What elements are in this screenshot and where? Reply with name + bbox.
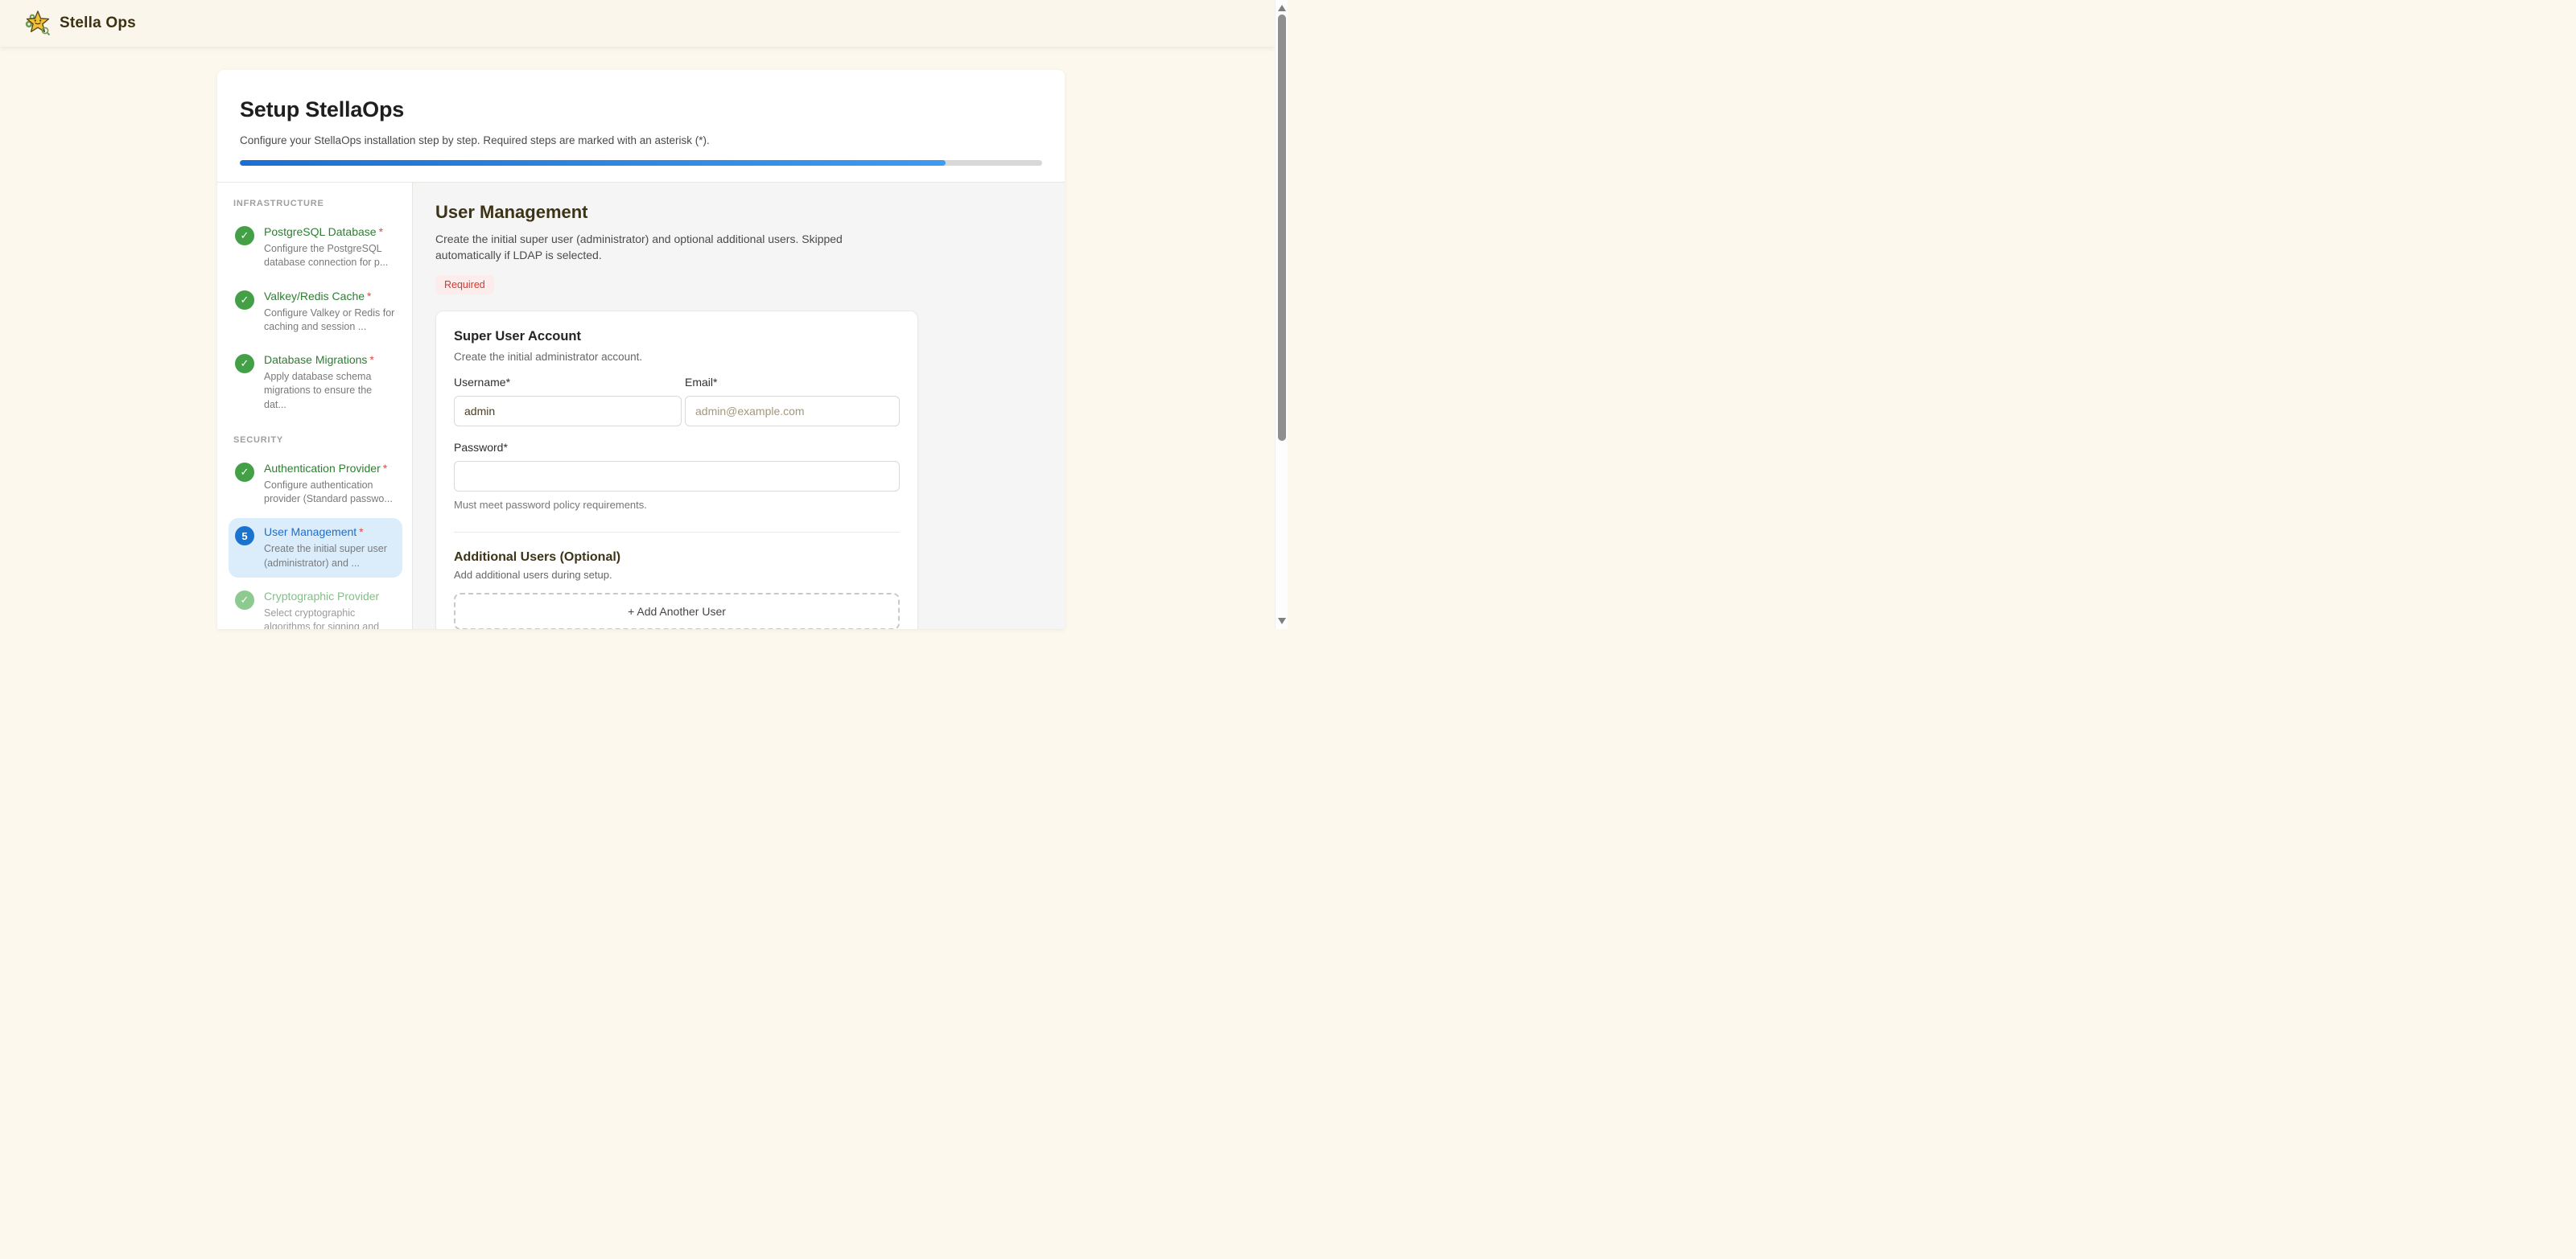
additional-users-subtitle: Add additional users during setup.	[454, 569, 900, 581]
password-help-text: Must meet password policy requirements.	[454, 499, 900, 511]
step-description: Select cryptographic algorithms for sign…	[264, 607, 396, 629]
required-asterisk: *	[383, 462, 387, 475]
brand-name: Stella Ops	[60, 14, 136, 32]
scrollbar-down-arrow-icon[interactable]	[1278, 618, 1286, 624]
sidebar-item-authentication-provider[interactable]: ✓ Authentication Provider* Configure aut…	[229, 455, 402, 514]
required-asterisk: *	[369, 353, 373, 366]
check-icon: ✓	[235, 463, 254, 482]
step-description: Configure authentication provider (Stand…	[264, 479, 396, 507]
page-description: Create the initial super user (administr…	[435, 231, 874, 264]
scrollbar-up-arrow-icon[interactable]	[1278, 5, 1286, 11]
step-title: Database Migrations	[264, 353, 367, 366]
step-title: Valkey/Redis Cache	[264, 290, 365, 302]
email-field[interactable]	[685, 396, 900, 426]
setup-progress-bar	[240, 160, 1042, 166]
step-title: Cryptographic Provider	[264, 590, 379, 603]
step-number-badge: 5	[235, 526, 254, 545]
page-title: User Management	[435, 202, 1042, 223]
wizard-title: Setup StellaOps	[240, 97, 1042, 122]
sidebar-item-valkey-redis-cache[interactable]: ✓ Valkey/Redis Cache* Configure Valkey o…	[229, 282, 402, 342]
app-bar: Stella Ops	[0, 0, 1275, 47]
step-description: Apply database schema migrations to ensu…	[264, 370, 396, 412]
check-icon: ✓	[235, 590, 254, 610]
card-subtitle: Create the initial administrator account…	[454, 351, 900, 363]
wizard-header: Setup StellaOps Configure your StellaOps…	[217, 70, 1065, 183]
password-field[interactable]	[454, 461, 900, 492]
step-content: User Management Create the initial super…	[413, 183, 1065, 629]
step-title: User Management	[264, 525, 357, 538]
check-icon: ✓	[235, 354, 254, 373]
section-label-infrastructure: INFRASTRUCTURE	[229, 199, 402, 208]
sidebar-item-database-migrations[interactable]: ✓ Database Migrations* Apply database sc…	[229, 346, 402, 419]
check-icon: ✓	[235, 290, 254, 310]
step-title: PostgreSQL Database	[264, 225, 377, 238]
wizard-subtitle: Configure your StellaOps installation st…	[240, 134, 1042, 146]
card-title: Super User Account	[454, 329, 900, 344]
card-divider	[454, 532, 900, 533]
username-field[interactable]	[454, 396, 682, 426]
step-description: Create the initial super user (administr…	[264, 542, 396, 570]
step-description: Configure the PostgreSQL database connec…	[264, 242, 396, 270]
password-label: Password*	[454, 441, 900, 454]
scrollbar-thumb[interactable]	[1278, 14, 1286, 441]
username-label: Username*	[454, 376, 682, 389]
sidebar-item-postgresql-database[interactable]: ✓ PostgreSQL Database* Configure the Pos…	[229, 218, 402, 278]
setup-wizard-panel: Setup StellaOps Configure your StellaOps…	[217, 70, 1065, 629]
window-scrollbar[interactable]	[1275, 0, 1288, 629]
required-asterisk: *	[367, 290, 371, 302]
required-asterisk: *	[379, 225, 383, 238]
stella-ops-logo-icon	[24, 10, 52, 37]
email-label: Email*	[685, 376, 900, 389]
step-description: Configure Valkey or Redis for caching an…	[264, 307, 396, 335]
section-label-security: SECURITY	[229, 435, 402, 445]
super-user-account-card: Super User Account Create the initial ad…	[435, 311, 918, 629]
check-icon: ✓	[235, 226, 254, 245]
sidebar-item-cryptographic-provider[interactable]: ✓ Cryptographic Provider Select cryptogr…	[229, 582, 402, 629]
steps-sidebar: INFRASTRUCTURE ✓ PostgreSQL Database* Co…	[217, 183, 413, 629]
sidebar-item-user-management[interactable]: 5 User Management* Create the initial su…	[229, 518, 402, 578]
add-another-user-button[interactable]: + Add Another User	[454, 593, 900, 629]
required-badge: Required	[435, 275, 494, 294]
step-title: Authentication Provider	[264, 462, 381, 475]
required-asterisk: *	[359, 525, 363, 538]
progress-fill	[240, 160, 946, 166]
additional-users-title: Additional Users (Optional)	[454, 550, 900, 565]
